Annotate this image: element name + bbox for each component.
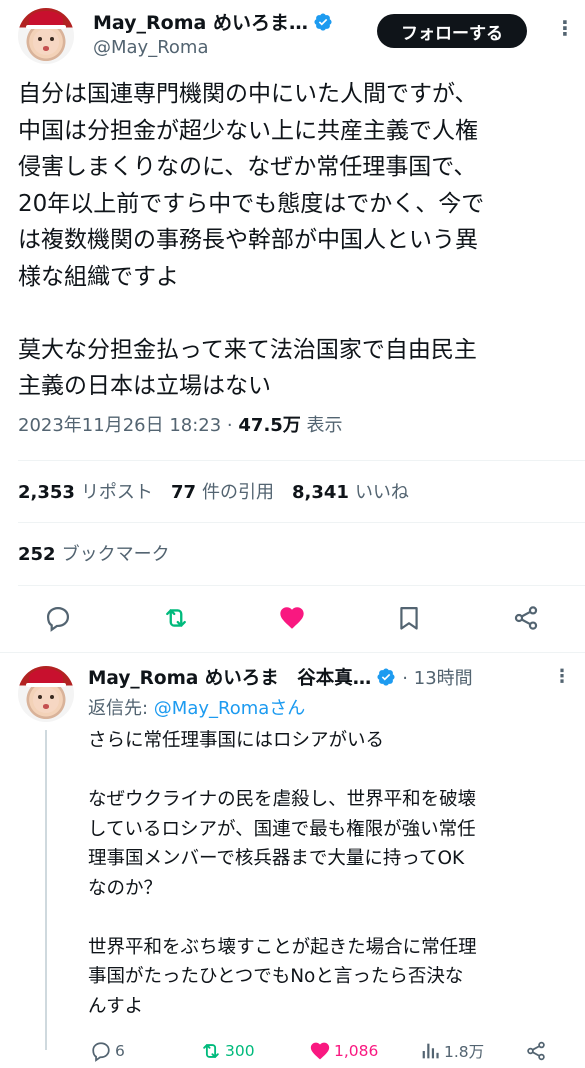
tweet-separator	[0, 652, 585, 653]
repost-count: 300	[225, 1042, 255, 1060]
bookmark-stats: 252 ブックマーク	[18, 540, 170, 566]
divider	[18, 460, 585, 461]
thread-line	[45, 730, 47, 1050]
like-icon	[310, 1042, 330, 1060]
reply-icon[interactable]	[42, 602, 74, 634]
reply-author-name[interactable]: May_Roma めいろま 谷本真…	[88, 664, 371, 690]
reply-time[interactable]: · 13時間	[402, 664, 472, 690]
verified-badge-icon	[377, 668, 395, 686]
reply-like-button[interactable]: 1,086	[309, 1040, 378, 1062]
reply-reply-button[interactable]: 6	[90, 1040, 125, 1062]
author-handle[interactable]: @May_Roma	[93, 37, 209, 58]
more-options-icon[interactable]: ⋮	[555, 16, 575, 40]
bookmark-icon[interactable]	[393, 602, 425, 634]
tweet-meta: 2023年11月26日 18:23 · 47.5万 表示	[18, 411, 343, 437]
reply-count: 6	[115, 1042, 125, 1060]
quotes-stat[interactable]: 77 件の引用	[171, 478, 274, 504]
reply-views-button[interactable]: 1.8万	[419, 1040, 484, 1062]
action-bar	[0, 598, 585, 638]
tweet-text: 自分は国連専門機関の中にいた人間ですが、 中国は分担金が超少ない上に共産主義で人…	[18, 81, 485, 399]
reply-to-handle-link[interactable]: @May_Romaさん	[154, 698, 306, 719]
follow-button[interactable]: フォローする	[377, 14, 527, 48]
bookmarks-stat[interactable]: 252 ブックマーク	[18, 540, 170, 566]
likes-stat[interactable]: 8,341 いいね	[292, 478, 409, 504]
author-name-row[interactable]: May_Roma めいろま…	[93, 8, 333, 35]
share-icon	[527, 1041, 545, 1061]
tweet-timestamp[interactable]: 2023年11月26日 18:23 ·	[18, 415, 238, 436]
author-avatar[interactable]	[18, 8, 74, 64]
reply-to-line: 返信先: @May_Romaさん	[88, 694, 305, 720]
reply-to-label: 返信先:	[88, 698, 154, 719]
divider	[18, 585, 585, 586]
share-icon[interactable]	[510, 602, 542, 634]
like-count: 1,086	[334, 1042, 379, 1060]
verified-badge-icon	[314, 12, 332, 31]
engagement-stats: 2,353 リポスト 77 件の引用 8,341 いいね	[18, 478, 409, 504]
reply-repost-button[interactable]: 300	[200, 1040, 255, 1062]
main-tweet: May_Roma めいろま… @May_Roma フォローする ⋮ 自分は国連専…	[0, 0, 585, 655]
views-label: 表示	[300, 415, 343, 436]
divider	[18, 522, 585, 523]
reply-icon	[92, 1042, 110, 1062]
reposts-stat[interactable]: 2,353 リポスト	[18, 478, 153, 504]
views-count-reply: 1.8万	[444, 1043, 485, 1061]
repost-icon	[203, 1044, 219, 1058]
like-icon[interactable]	[276, 602, 308, 634]
views-count: 47.5万	[238, 415, 301, 436]
reply-author-avatar[interactable]	[18, 666, 74, 722]
author-display-name[interactable]: May_Roma めいろま…	[93, 8, 308, 35]
reply-more-options-icon[interactable]: ⋮	[553, 666, 571, 687]
reply-share-button[interactable]	[525, 1040, 547, 1062]
repost-icon[interactable]	[160, 602, 192, 634]
reply-author-row[interactable]: May_Roma めいろま 谷本真… · 13時間	[88, 664, 473, 690]
reply-action-bar: 6 300 1,086 1.8万	[88, 1040, 558, 1066]
views-chart-icon	[422, 1043, 439, 1059]
reply-text: さらに常任理事国にはロシアがいる なぜウクライナの民を虐殺し、世界平和を破壊 し…	[88, 730, 477, 1017]
